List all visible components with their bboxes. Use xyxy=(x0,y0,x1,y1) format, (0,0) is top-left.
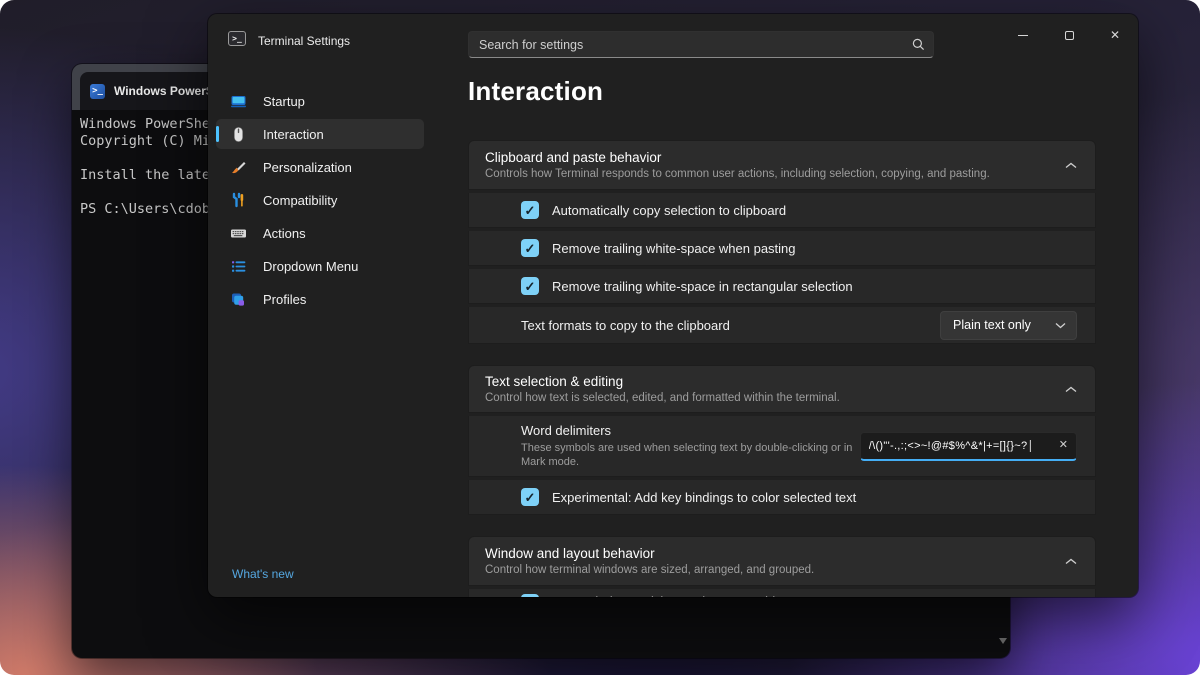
setting-row-word-delimiters: Word delimiters These symbols are used w… xyxy=(468,416,1096,477)
terminal-scrollbar-down-arrow[interactable] xyxy=(999,638,1007,644)
monitor-icon xyxy=(230,93,247,110)
checkbox-checked[interactable]: ✓ xyxy=(521,201,539,219)
expander-header[interactable]: Clipboard and paste behavior Controls ho… xyxy=(468,140,1096,190)
setting-row-color-selection[interactable]: ✓ Experimental: Add key bindings to colo… xyxy=(468,480,1096,515)
powershell-icon: >_ xyxy=(90,83,105,99)
setting-label: Remove trailing white-space when pasting xyxy=(552,240,796,256)
section-title: Text selection & editing xyxy=(485,374,624,389)
minimize-button[interactable] xyxy=(1000,14,1046,56)
sidebar-item-label: Personalization xyxy=(263,159,352,175)
section-window-layout: Window and layout behavior Control how t… xyxy=(468,536,1096,597)
sidebar-item-personalization[interactable]: Personalization xyxy=(216,152,424,182)
sidebar-item-actions[interactable]: Actions xyxy=(216,218,424,248)
section-title: Window and layout behavior xyxy=(485,546,655,561)
profiles-stack-icon xyxy=(230,291,247,308)
chevron-up-icon[interactable] xyxy=(1065,558,1077,565)
titlebar[interactable]: >_ Terminal Settings Search for settings… xyxy=(208,14,1138,72)
sidebar-item-label: Startup xyxy=(263,93,305,109)
copy-formats-dropdown[interactable]: Plain text only xyxy=(940,310,1077,340)
expander-header[interactable]: Text selection & editing Control how tex… xyxy=(468,365,1096,413)
setting-label: Remove trailing white-space in rectangul… xyxy=(552,278,853,294)
paintbrush-icon xyxy=(230,159,247,176)
setting-row-snap-resize[interactable]: ✓ Snap window resizing to character grid xyxy=(468,589,1096,597)
setting-label: Snap window resizing to character grid xyxy=(552,594,775,597)
setting-row-copy-formats: Text formats to copy to the clipboard Pl… xyxy=(468,307,1096,344)
setting-row-trim-paste[interactable]: ✓ Remove trailing white-space when pasti… xyxy=(468,231,1096,266)
search-placeholder: Search for settings xyxy=(479,37,584,52)
section-title: Clipboard and paste behavior xyxy=(485,150,662,165)
mouse-icon xyxy=(230,126,247,143)
page-title: Interaction xyxy=(468,76,604,106)
setting-description: These symbols are used when selecting te… xyxy=(521,442,853,468)
setting-label: Experimental: Add key bindings to color … xyxy=(552,489,857,505)
desktop-background: >_ Windows PowerShel Windows PowerShe Cop… xyxy=(0,0,1200,675)
setting-label: Automatically copy selection to clipboar… xyxy=(552,202,787,218)
chevron-up-icon[interactable] xyxy=(1065,162,1077,169)
checkbox-checked[interactable]: ✓ xyxy=(521,277,539,295)
close-icon: ✕ xyxy=(1109,28,1121,42)
setting-label: Word delimiters xyxy=(521,423,612,438)
terminal-settings-window: >_ Terminal Settings Search for settings… xyxy=(208,14,1138,597)
window-title: Terminal Settings xyxy=(258,34,351,48)
word-delimiters-input[interactable]: /\()"'-.,:;<>~!@#$%^&*|+=[]{}~?│ ✕ xyxy=(859,431,1077,461)
tools-icon xyxy=(230,192,247,209)
sidebar-item-label: Interaction xyxy=(263,126,324,142)
sidebar-item-startup[interactable]: Startup xyxy=(216,86,424,116)
sidebar-item-label: Dropdown Menu xyxy=(263,258,359,274)
chevron-down-icon xyxy=(1055,318,1066,332)
sidebar-item-interaction[interactable]: Interaction xyxy=(216,119,424,149)
terminal-app-icon: >_ xyxy=(228,31,246,46)
sidebar-item-label: Actions xyxy=(263,225,306,241)
close-button[interactable]: ✕ xyxy=(1092,14,1138,56)
sidebar-item-dropdown-menu[interactable]: Dropdown Menu xyxy=(216,251,424,281)
dropdown-value: Plain text only xyxy=(953,318,1031,332)
settings-content: Interaction Clipboard and paste behavior… xyxy=(468,76,1104,597)
sidebar-item-label: Compatibility xyxy=(263,192,338,208)
section-subtitle: Controls how Terminal responds to common… xyxy=(485,168,990,180)
input-value: /\()"'-.,:;<>~!@#$%^&*|+=[]{}~?│ xyxy=(868,439,1035,452)
setting-label: Text formats to copy to the clipboard xyxy=(521,317,730,333)
sidebar-item-label: Profiles xyxy=(263,291,307,307)
section-clipboard-and-paste: Clipboard and paste behavior Controls ho… xyxy=(468,140,1096,344)
checkbox-checked[interactable]: ✓ xyxy=(521,488,539,506)
search-icon[interactable] xyxy=(912,38,925,51)
settings-sidebar: Startup Interaction Personalization Comp… xyxy=(216,86,424,317)
sidebar-item-compatibility[interactable]: Compatibility xyxy=(216,185,424,215)
minimize-icon xyxy=(1018,34,1028,36)
section-subtitle: Control how terminal windows are sized, … xyxy=(485,564,815,576)
whats-new-link[interactable]: What's new xyxy=(232,567,294,581)
section-subtitle: Control how text is selected, edited, an… xyxy=(485,392,840,404)
keyboard-icon xyxy=(230,225,247,242)
clear-input-icon[interactable]: ✕ xyxy=(1059,440,1068,451)
maximize-icon xyxy=(1064,30,1074,40)
setting-row-auto-copy[interactable]: ✓ Automatically copy selection to clipbo… xyxy=(468,193,1096,228)
maximize-button[interactable] xyxy=(1046,14,1092,56)
list-icon xyxy=(230,258,247,275)
search-input[interactable]: Search for settings xyxy=(468,31,934,58)
chevron-up-icon[interactable] xyxy=(1065,386,1077,393)
checkbox-checked[interactable]: ✓ xyxy=(521,239,539,257)
section-text-selection: Text selection & editing Control how tex… xyxy=(468,365,1096,515)
setting-row-trim-rect-selection[interactable]: ✓ Remove trailing white-space in rectang… xyxy=(468,269,1096,304)
checkbox-checked[interactable]: ✓ xyxy=(521,594,539,597)
expander-header[interactable]: Window and layout behavior Control how t… xyxy=(468,536,1096,586)
sidebar-item-profiles[interactable]: Profiles xyxy=(216,284,424,314)
